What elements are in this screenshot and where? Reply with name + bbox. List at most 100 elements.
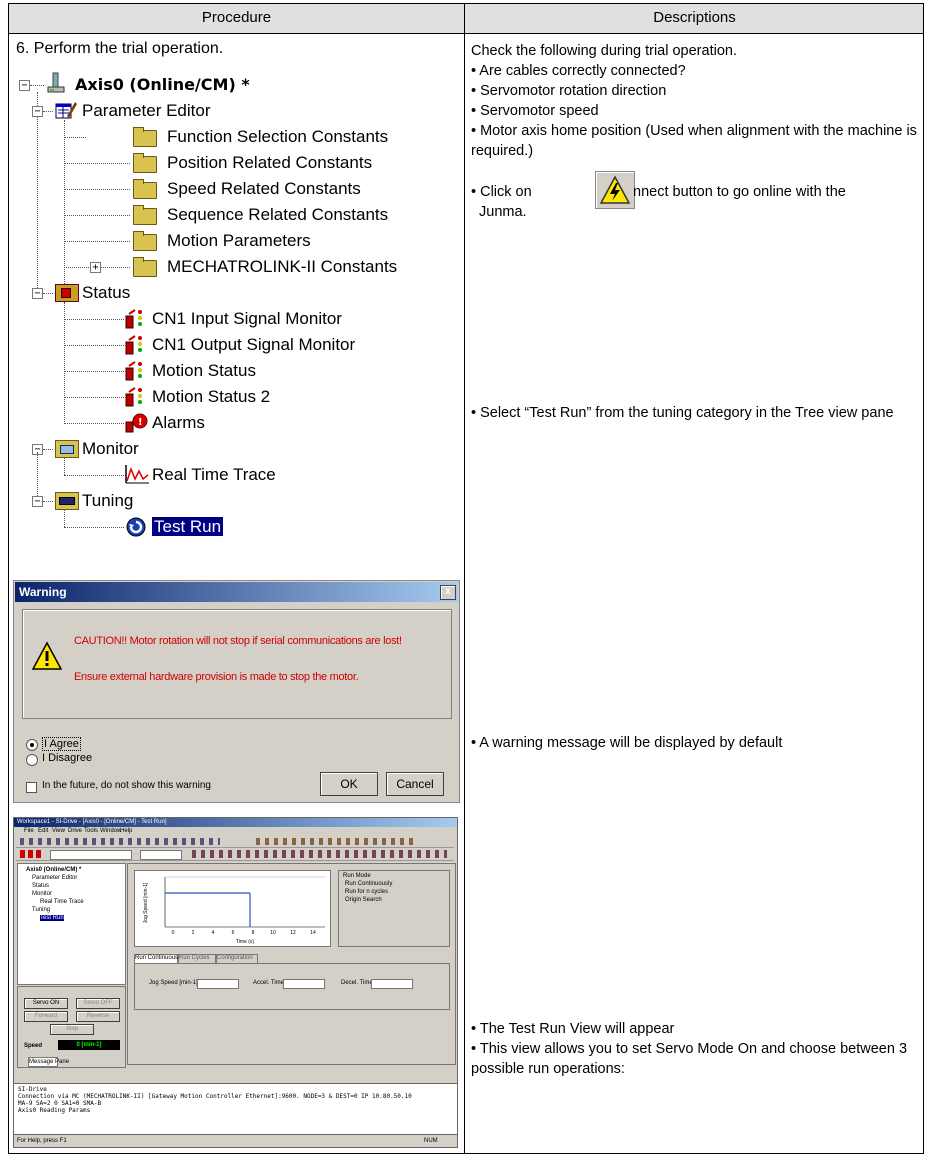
window-title: Workspace1 - SI-Drive - [Axis0 - [Online… — [17, 819, 167, 825]
disagree-label[interactable]: I Disagree — [42, 752, 92, 764]
status-folder-icon — [55, 284, 79, 302]
view-instruction-2: • This view allows you to set Servo Mode… — [471, 1041, 908, 1077]
forward-button[interactable]: Forward — [24, 1011, 68, 1022]
signal-monitor-icon — [125, 360, 145, 382]
lightning-warning-icon — [599, 175, 631, 204]
mini-tree-pane: Axis0 (Online/CM) * Parameter Editor Sta… — [17, 863, 126, 985]
servo-off-button[interactable]: Servo OFF — [76, 998, 120, 1009]
connect-button[interactable] — [595, 171, 635, 209]
tree-item-param[interactable]: Speed Related Constants — [167, 177, 361, 201]
tree-item-status-sub[interactable]: CN1 Input Signal Monitor — [152, 307, 342, 331]
x-tick-label: 2 — [192, 930, 195, 936]
ok-button[interactable]: OK — [320, 772, 378, 796]
menu-item[interactable]: Help — [120, 828, 132, 834]
step-title: 6. Perform the trial operation. — [16, 40, 224, 57]
collapse-toggle[interactable]: − — [32, 288, 43, 299]
mini-tree-item[interactable]: Test Run — [40, 915, 64, 921]
future-checkbox[interactable] — [26, 782, 37, 793]
agree-radio[interactable] — [26, 739, 38, 751]
servo-on-button[interactable]: Servo ON — [24, 998, 68, 1009]
toolbar-icons[interactable] — [20, 838, 220, 845]
collapse-toggle[interactable]: − — [19, 80, 30, 91]
tree-item-test-run[interactable]: Test Run — [152, 515, 224, 539]
status-bar: For Help, press F1 NUM — [13, 1134, 458, 1148]
log-line: Axis0 Reading Params — [18, 1107, 91, 1114]
folder-icon — [133, 153, 157, 173]
folder-icon — [133, 205, 157, 225]
tab-configuration[interactable]: Configuration — [216, 954, 258, 963]
toolbar — [16, 836, 454, 848]
tree-item-param[interactable]: Sequence Related Constants — [167, 203, 388, 227]
tree-item-status-sub[interactable]: Alarms — [152, 411, 205, 435]
tree-item-status[interactable]: Status — [82, 281, 130, 305]
tree-item-real-time-trace[interactable]: Real Time Trace — [152, 463, 276, 487]
warning-icon — [31, 641, 63, 671]
test-run-icon — [125, 516, 147, 538]
menu-item[interactable]: Window — [100, 828, 121, 834]
tree-item-param[interactable]: Motion Parameters — [167, 229, 311, 253]
tree-item-status-sub[interactable]: Motion Status — [152, 359, 256, 383]
menu-item[interactable]: Tools — [84, 828, 98, 834]
drive-icon — [46, 72, 66, 94]
run-mode-option[interactable]: Origin Search — [345, 897, 382, 903]
collapse-toggle[interactable]: − — [32, 106, 43, 117]
tree-item-parameter-editor[interactable]: Parameter Editor — [82, 99, 211, 123]
toolbar-icons[interactable] — [256, 838, 416, 845]
log-line: SI-Drive — [18, 1086, 47, 1093]
folder-icon — [133, 127, 157, 147]
tree-item-status-sub[interactable]: CN1 Output Signal Monitor — [152, 333, 355, 357]
tree-item-param[interactable]: Position Related Constants — [167, 151, 372, 175]
tree-item-monitor[interactable]: Monitor — [82, 437, 139, 461]
toolbar — [16, 848, 454, 861]
toolbar-combo[interactable] — [140, 850, 182, 860]
x-tick-label: 6 — [232, 930, 235, 936]
menu-item[interactable]: Drive — [68, 828, 82, 834]
toolbar-icons[interactable] — [20, 850, 44, 858]
panel-tab[interactable]: Message Pane — [28, 1057, 69, 1067]
folder-icon — [133, 231, 157, 251]
view-instruction-1: • The Test Run View will appear — [471, 1021, 675, 1037]
tree-item-param[interactable]: MECHATROLINK-II Constants — [167, 255, 397, 279]
tree-item-param[interactable]: Function Selection Constants — [167, 125, 388, 149]
y-axis-label: Jog Speed [min-1] — [143, 882, 149, 923]
run-mode-option[interactable]: Run for n cycles — [345, 889, 388, 895]
menu-item[interactable]: View — [52, 828, 65, 834]
toolbar-icons[interactable] — [192, 850, 447, 858]
jog-speed-input[interactable] — [197, 979, 239, 989]
folder-icon — [133, 179, 157, 199]
close-button[interactable]: x — [440, 585, 456, 600]
alarm-icon: ! — [125, 412, 149, 434]
mini-tree-item[interactable]: Real Time Trace — [40, 899, 84, 905]
run-mode-option[interactable]: Run Continuously — [345, 881, 392, 887]
cancel-button[interactable]: Cancel — [386, 772, 444, 796]
toolbar-combo[interactable] — [50, 850, 132, 860]
check-item: • Servomotor speed — [471, 103, 599, 119]
status-left: For Help, press F1 — [17, 1138, 67, 1144]
tree-item-status-sub[interactable]: Motion Status 2 — [152, 385, 270, 409]
tree-item-axis[interactable]: Axis0 (Online/CM) * — [75, 73, 250, 97]
menu-item[interactable]: File — [24, 828, 34, 834]
agree-label[interactable]: I Agree — [42, 737, 81, 751]
future-label: In the future, do not show this warning — [42, 780, 211, 791]
mini-tree-item[interactable]: Tuning — [32, 907, 50, 913]
mini-tree-item[interactable]: Parameter Editor — [32, 875, 77, 881]
decel-time-input[interactable] — [371, 979, 413, 989]
selected-label: Test Run — [152, 517, 224, 536]
mini-tree-item[interactable]: Axis0 (Online/CM) * — [26, 867, 81, 873]
status-right: NUM — [424, 1138, 438, 1144]
menu-item[interactable]: Edit — [38, 828, 48, 834]
mini-tree-item[interactable]: Monitor — [32, 891, 52, 897]
stop-button[interactable]: Stop — [50, 1024, 94, 1035]
accel-time-input[interactable] — [283, 979, 325, 989]
collapse-toggle[interactable]: − — [32, 496, 43, 507]
header-procedure: Procedure — [201, 9, 272, 26]
tree-item-tuning[interactable]: Tuning — [82, 489, 133, 513]
tab-run-cycles[interactable]: Run Cycles — [178, 954, 216, 963]
mini-tree-item[interactable]: Status — [32, 883, 49, 889]
x-axis-label: Time (s) — [236, 939, 254, 945]
expand-toggle[interactable]: + — [90, 262, 101, 273]
tab-run-continuous[interactable]: Run Continuous — [134, 954, 178, 963]
reverse-button[interactable]: Reverse — [76, 1011, 120, 1022]
disagree-radio[interactable] — [26, 754, 38, 766]
test-run-window: Workspace1 - SI-Drive - [Axis0 - [Online… — [13, 817, 458, 1084]
